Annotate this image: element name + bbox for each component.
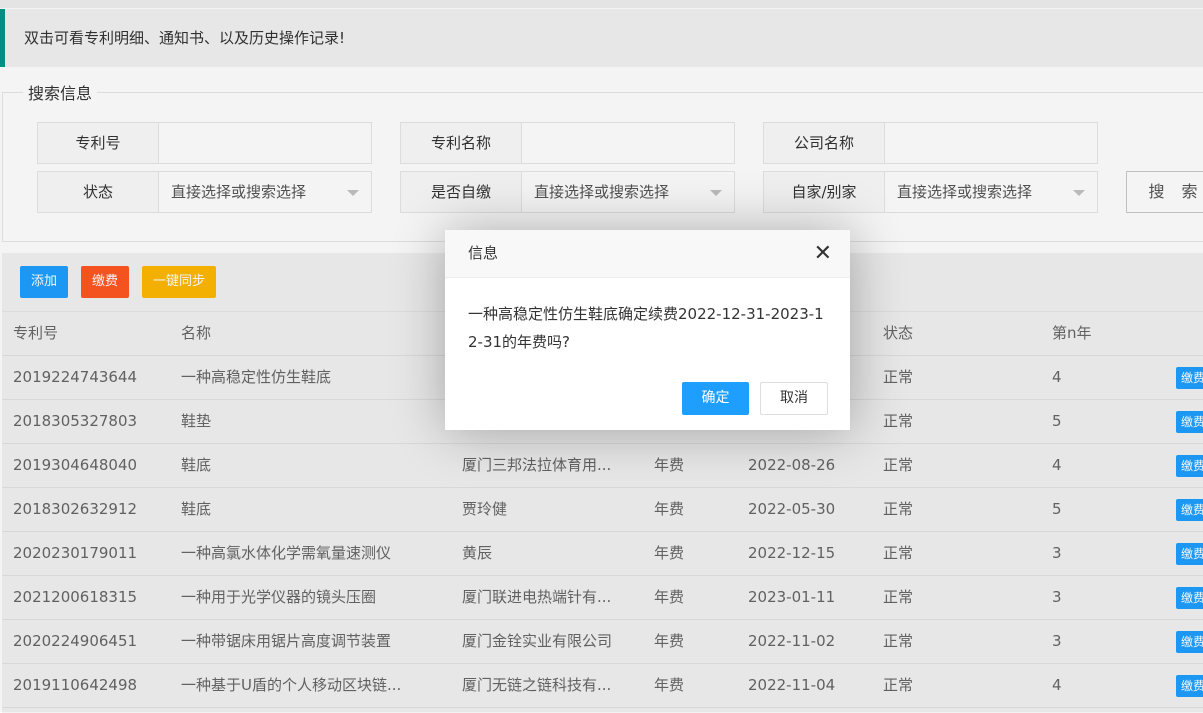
dialog-title: 信息 [468,244,499,262]
close-icon[interactable]: ✕ [814,230,832,277]
dialog-header: 信息 ✕ [445,230,850,278]
dialog-message: 一种高稳定性仿生鞋底确定续费2022-12-31-2023-12-31的年费吗? [468,305,824,351]
cancel-button[interactable]: 取消 [760,382,828,415]
confirm-dialog: 信息 ✕ 一种高稳定性仿生鞋底确定续费2022-12-31-2023-12-31… [445,230,850,430]
confirm-button[interactable]: 确定 [682,382,749,415]
